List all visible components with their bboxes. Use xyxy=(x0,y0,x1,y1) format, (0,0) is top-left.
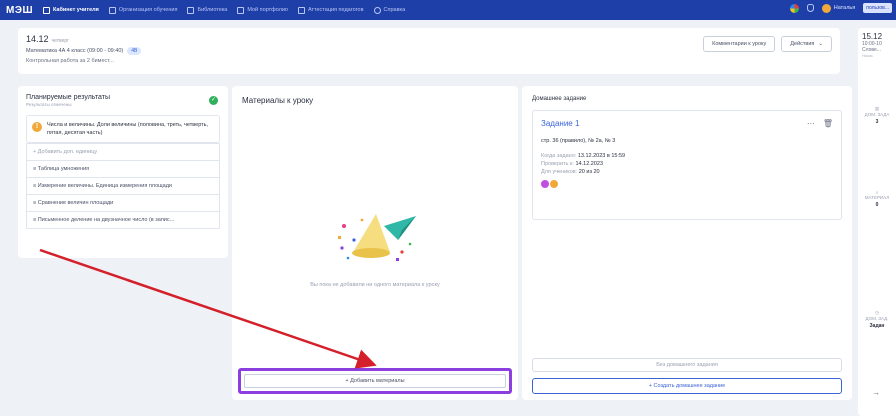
materials-title: Материалы к уроку xyxy=(242,96,314,105)
homework-title: Домашнее задание xyxy=(532,96,587,102)
user-role-pill[interactable]: пользов... xyxy=(863,3,892,13)
grid-icon xyxy=(43,6,50,14)
chevron-down-icon: ⌄ xyxy=(818,41,823,47)
task-meta-row: Когда задано: 13.12.2023 в 15:59 xyxy=(541,153,626,159)
avatar xyxy=(821,3,831,13)
nav-item-library[interactable]: Библиотека xyxy=(187,6,227,14)
empty-materials-text: Вы пока не добавили ни одного материала … xyxy=(310,282,440,288)
side-stat-assignment: ◷ ДОМ. ЗАД. Задан xyxy=(860,310,894,329)
calendar-icon xyxy=(108,6,116,14)
next-lesson-date: 15.12 xyxy=(862,32,883,41)
empty-materials-illustration xyxy=(338,214,416,261)
highlight-frame: + Добавить материалы xyxy=(238,368,512,394)
nav-item-teacher-cabinet[interactable]: Кабинет учителя xyxy=(43,6,99,14)
result-item[interactable]: ≡ Таблица умножения xyxy=(27,160,219,177)
task-meta-row: Проверить к: 14.12.2023 xyxy=(541,161,604,167)
trash-icon[interactable]: 🗑 xyxy=(823,119,833,128)
task-description: стр. 36 (правило), № 2а, № 3 xyxy=(541,138,616,144)
top-nav-menu: Кабинет учителя Организация обучения Биб… xyxy=(43,6,405,14)
planned-results-subtitle: Результаты отмечены xyxy=(26,102,72,107)
nav-item-attestation[interactable]: Аттестация педагогов xyxy=(297,6,364,14)
nav-item-portfolio[interactable]: Мой портфолио xyxy=(237,6,288,14)
main-result-item[interactable]: ! Числа и величины. Доли величины (полов… xyxy=(26,115,220,143)
task-title[interactable]: Задание 1 xyxy=(541,119,833,128)
warning-icon: ! xyxy=(32,122,42,132)
help-icon xyxy=(373,6,381,14)
task-meta: Когда задано: 13.12.2023 в 15:59 Провери… xyxy=(541,152,833,176)
planned-results-panel: Планируемые результаты Результаты отмече… xyxy=(18,86,228,258)
result-item[interactable]: ≡ Сравнение величин площади xyxy=(27,194,219,211)
certificate-icon xyxy=(297,6,305,14)
header-buttons: Комментарии к уроку Действия ⌄ xyxy=(703,36,832,52)
task-meta-row: Для учеников: 20 из 20 xyxy=(541,169,600,175)
arrow-right-icon[interactable]: → xyxy=(872,388,880,397)
class-badge: 4В xyxy=(127,47,142,55)
homework-panel: Домашнее задание Задание 1 ⋯ 🗑 стр. 36 (… xyxy=(522,86,852,400)
assignee-avatars xyxy=(541,180,833,188)
next-lesson-card[interactable]: 15.12 10:00-10 Слове... Нажм. ▥ ДОМ. ЗАДА… xyxy=(858,28,896,416)
avatar xyxy=(541,180,549,188)
more-icon[interactable]: ⋯ xyxy=(807,119,815,128)
avatar xyxy=(550,180,558,188)
book-icon xyxy=(187,6,195,14)
top-right-tools: Наталья пользов... xyxy=(789,3,892,13)
no-homework-button[interactable]: Без домашнего задания xyxy=(532,358,842,372)
bell-icon[interactable] xyxy=(806,4,814,12)
materials-panel: Материалы к уроку Вы пока не добавили ни… xyxy=(232,86,518,400)
nav-item-organization[interactable]: Организация обучения xyxy=(108,6,177,14)
nav-item-help[interactable]: Справка xyxy=(373,6,405,14)
actions-button[interactable]: Действия ⌄ xyxy=(781,36,832,52)
add-extra-unit-link[interactable]: + Добавить доп. единицу xyxy=(27,143,219,160)
planned-results-title: Планируемые результаты xyxy=(26,94,110,101)
results-list: + Добавить доп. единицу ≡ Таблица умноже… xyxy=(26,143,220,229)
add-materials-button[interactable]: + Добавить материалы xyxy=(244,374,506,388)
create-homework-button[interactable]: + Создать домашнее задание xyxy=(532,378,842,394)
apps-icon[interactable] xyxy=(789,3,799,13)
portfolio-icon xyxy=(237,6,245,14)
brand-logo[interactable]: МЭШ xyxy=(6,5,33,16)
side-stat-homework: ▥ ДОМ. ЗАДА 3 xyxy=(860,106,894,125)
next-lesson-status: Нажм. xyxy=(862,53,874,58)
side-stat-materials: ⌕ МАТЕРИАЛ 0 xyxy=(860,190,894,208)
top-navigation-bar: МЭШ Кабинет учителя Организация обучения… xyxy=(0,0,896,20)
result-item[interactable]: ≡ Измерение величины. Единица измерения … xyxy=(27,177,219,194)
user-menu[interactable]: Наталья xyxy=(821,3,855,13)
task-tools: ⋯ 🗑 xyxy=(807,119,833,128)
result-item[interactable]: ≡ Письменное деление на двузначное число… xyxy=(27,211,219,228)
comments-button[interactable]: Комментарии к уроку xyxy=(703,36,776,52)
lesson-header: 14.12 четверг Математика 4А 4 класс (09:0… xyxy=(18,28,840,74)
homework-task-card[interactable]: Задание 1 ⋯ 🗑 стр. 36 (правило), № 2а, №… xyxy=(532,110,842,220)
check-icon: ✓ xyxy=(209,96,218,105)
lesson-topic: Контрольная работа за 2 бимест... xyxy=(26,58,114,64)
